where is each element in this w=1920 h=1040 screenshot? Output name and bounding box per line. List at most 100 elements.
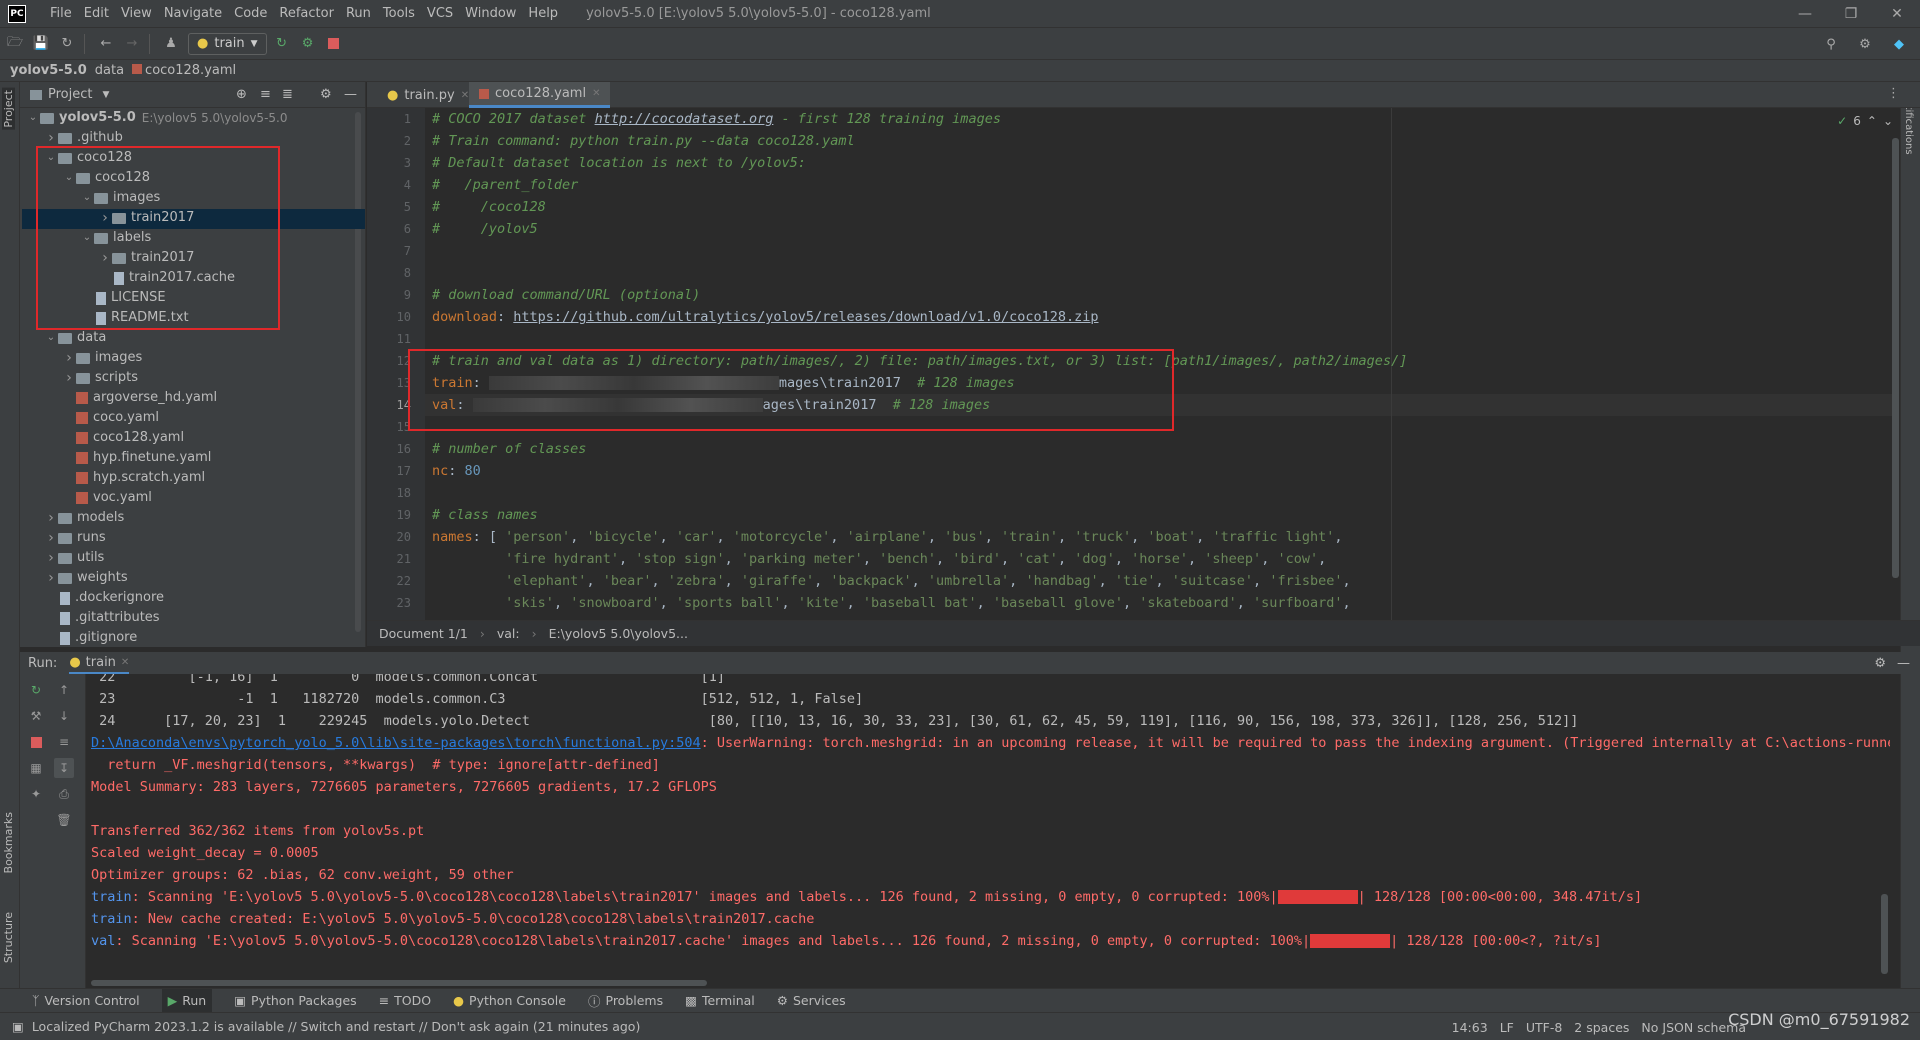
trash-icon[interactable]: 🗑 (54, 810, 74, 830)
run-tab[interactable]: ● train ✕ (69, 652, 130, 674)
tree-item[interactable]: LICENSE (80, 288, 166, 308)
menu-help[interactable]: Help (522, 0, 564, 28)
save-all-icon[interactable]: 💾 (30, 33, 52, 55)
chevron-right-icon[interactable]: › (44, 528, 58, 548)
tree-item[interactable]: README.txt (80, 308, 189, 328)
forward-arrow-icon[interactable]: → (121, 33, 143, 55)
tree-item[interactable]: voc.yaml (62, 488, 152, 508)
console-h-scrollbar[interactable] (91, 980, 707, 986)
menu-code[interactable]: Code (228, 0, 273, 28)
rerun-icon[interactable]: ↻ (26, 680, 46, 700)
expand-all-icon[interactable]: ≡ (260, 87, 271, 102)
chevron-right-icon[interactable]: › (44, 508, 58, 528)
chevron-up-icon[interactable]: ⌃ (1867, 114, 1877, 128)
wrench-icon[interactable]: ⚒ (26, 706, 46, 726)
restore-icon[interactable]: ❐ (1828, 0, 1874, 28)
status-message[interactable]: Localized PyCharm 2023.1.2 is available … (32, 1019, 641, 1034)
rerun-icon[interactable]: ↻ (271, 33, 293, 55)
value-crumb[interactable]: E:\yolov5 5.0\yolov5... (549, 626, 688, 641)
hide-panel-icon[interactable]: — (344, 87, 357, 102)
chevron-right-icon[interactable]: › (44, 568, 58, 588)
tree-item[interactable]: › train2017 (98, 248, 194, 268)
console-file-link[interactable]: D:\Anaconda\envs\pytorch_yolo_5.0\lib\si… (91, 735, 701, 751)
tree-item[interactable]: train2017.cache (98, 268, 235, 288)
gear-icon[interactable]: ⚙ (1874, 656, 1886, 671)
collapse-all-icon[interactable]: ≣ (282, 87, 293, 102)
tree-item[interactable]: ⌄ labels (80, 228, 151, 248)
tree-item[interactable]: ⌄ images (80, 188, 160, 208)
jetbrains-logo-icon[interactable]: ◆ (1888, 33, 1910, 55)
menu-tools[interactable]: Tools (377, 0, 421, 28)
file-encoding[interactable]: UTF-8 (1526, 1020, 1562, 1035)
layout-icon[interactable]: ▦ (26, 758, 46, 778)
tree-item[interactable]: .gitignore (44, 628, 137, 648)
structure-side-tab[interactable]: Structure (2, 912, 15, 963)
soft-wrap-icon[interactable]: ≡ (54, 732, 74, 752)
tree-item[interactable]: ⌄ data (44, 328, 107, 348)
tree-item[interactable]: .dockerignore (44, 588, 164, 608)
open-folder-icon[interactable]: 🗁 (4, 33, 26, 55)
search-icon[interactable]: ⚲ (1820, 33, 1842, 55)
line-separator[interactable]: LF (1500, 1020, 1514, 1035)
sync-icon[interactable]: ↻ (56, 33, 78, 55)
vcs-user-icon[interactable]: ♟ (160, 33, 182, 55)
stop-icon[interactable] (323, 33, 345, 55)
tree-item[interactable]: ⌄ coco128 (62, 168, 150, 188)
stop-icon[interactable] (26, 732, 46, 752)
run-console[interactable]: 22 [-1, 16] 1 0 models.common.Concat [1]… (86, 674, 1890, 988)
chevron-down-icon[interactable]: ⌄ (80, 188, 94, 208)
run-config-selector[interactable]: ● train ▼ (188, 32, 267, 55)
gear-icon[interactable]: ⚙ (320, 87, 332, 102)
tab-todo[interactable]: ≡ TODO (379, 993, 431, 1008)
debug-bug-icon[interactable]: ⚙ (297, 33, 319, 55)
event-log-icon[interactable]: ▣ (12, 1019, 24, 1034)
tree-item[interactable]: ⌄ coco128 (44, 148, 132, 168)
tab-coco128-yaml[interactable]: coco128.yaml ✕ (469, 82, 611, 108)
hide-panel-icon[interactable]: — (1897, 656, 1910, 671)
tab-python-packages[interactable]: ▣ Python Packages (234, 993, 356, 1008)
minimize-icon[interactable]: — (1782, 0, 1828, 28)
project-side-tab[interactable]: Project (2, 88, 15, 130)
tree-item[interactable]: › train2017 (98, 208, 194, 228)
tree-item[interactable]: › .github (44, 128, 123, 148)
chevron-down-icon[interactable]: ⌄ (44, 148, 58, 168)
menu-vcs[interactable]: VCS (421, 0, 459, 28)
key-crumb[interactable]: val: (497, 626, 520, 641)
tree-item[interactable]: argoverse_hd.yaml (62, 388, 217, 408)
back-arrow-icon[interactable]: ← (95, 33, 117, 55)
menu-navigate[interactable]: Navigate (158, 0, 228, 28)
caret-position[interactable]: 14:63 (1452, 1020, 1488, 1035)
chevron-right-icon[interactable]: › (98, 248, 112, 268)
breadcrumb-file[interactable]: coco128.yaml (132, 63, 236, 78)
tree-item[interactable]: hyp.scratch.yaml (62, 468, 205, 488)
chevron-down-icon[interactable]: ⌄ (44, 328, 58, 348)
locate-icon[interactable]: ⊕ (236, 87, 247, 102)
indent-setting[interactable]: 2 spaces (1574, 1020, 1629, 1035)
editor-scrollbar[interactable] (1892, 138, 1899, 578)
bookmarks-side-tab[interactable]: Bookmarks (2, 812, 15, 873)
close-icon[interactable]: ✕ (461, 90, 469, 101)
up-arrow-icon[interactable]: ↑ (54, 680, 74, 700)
tab-version-control[interactable]: ᛉ Version Control (32, 993, 140, 1008)
scroll-to-end-icon[interactable]: ↧ (54, 758, 74, 778)
close-icon[interactable]: ✕ (592, 88, 600, 99)
tab-python-console[interactable]: ● Python Console (453, 993, 566, 1008)
chevron-right-icon[interactable]: › (44, 128, 58, 148)
breadcrumb-project[interactable]: yolov5-5.0 (10, 63, 87, 78)
tab-services[interactable]: ⚙ Services (777, 993, 846, 1008)
tab-run[interactable]: ▶ Run (161, 988, 213, 1013)
tree-item[interactable]: › scripts (62, 368, 138, 388)
menu-view[interactable]: View (115, 0, 158, 28)
chevron-down-icon[interactable]: ▼ (102, 90, 109, 100)
inspection-widget[interactable]: ✓ 6 ⌃ ⌄ (1837, 114, 1893, 128)
chevron-down-icon[interactable]: ⌄ (80, 228, 94, 248)
tab-terminal[interactable]: ▩ Terminal (685, 993, 755, 1008)
chevron-down-icon[interactable]: ⌄ (62, 168, 76, 188)
tree-item[interactable]: › images (62, 348, 142, 368)
tree-item[interactable]: hyp.finetune.yaml (62, 448, 211, 468)
project-view-label[interactable]: Project (48, 87, 92, 102)
menu-window[interactable]: Window (459, 0, 522, 28)
menu-refactor[interactable]: Refactor (273, 0, 340, 28)
code-editor[interactable]: 1 2 3 4 5 6 7 8 9 10 11 12 13 14 15 16 17 18 19 20 21 22 23 # … (367, 108, 1899, 620)
menu-file[interactable]: File (44, 0, 78, 28)
